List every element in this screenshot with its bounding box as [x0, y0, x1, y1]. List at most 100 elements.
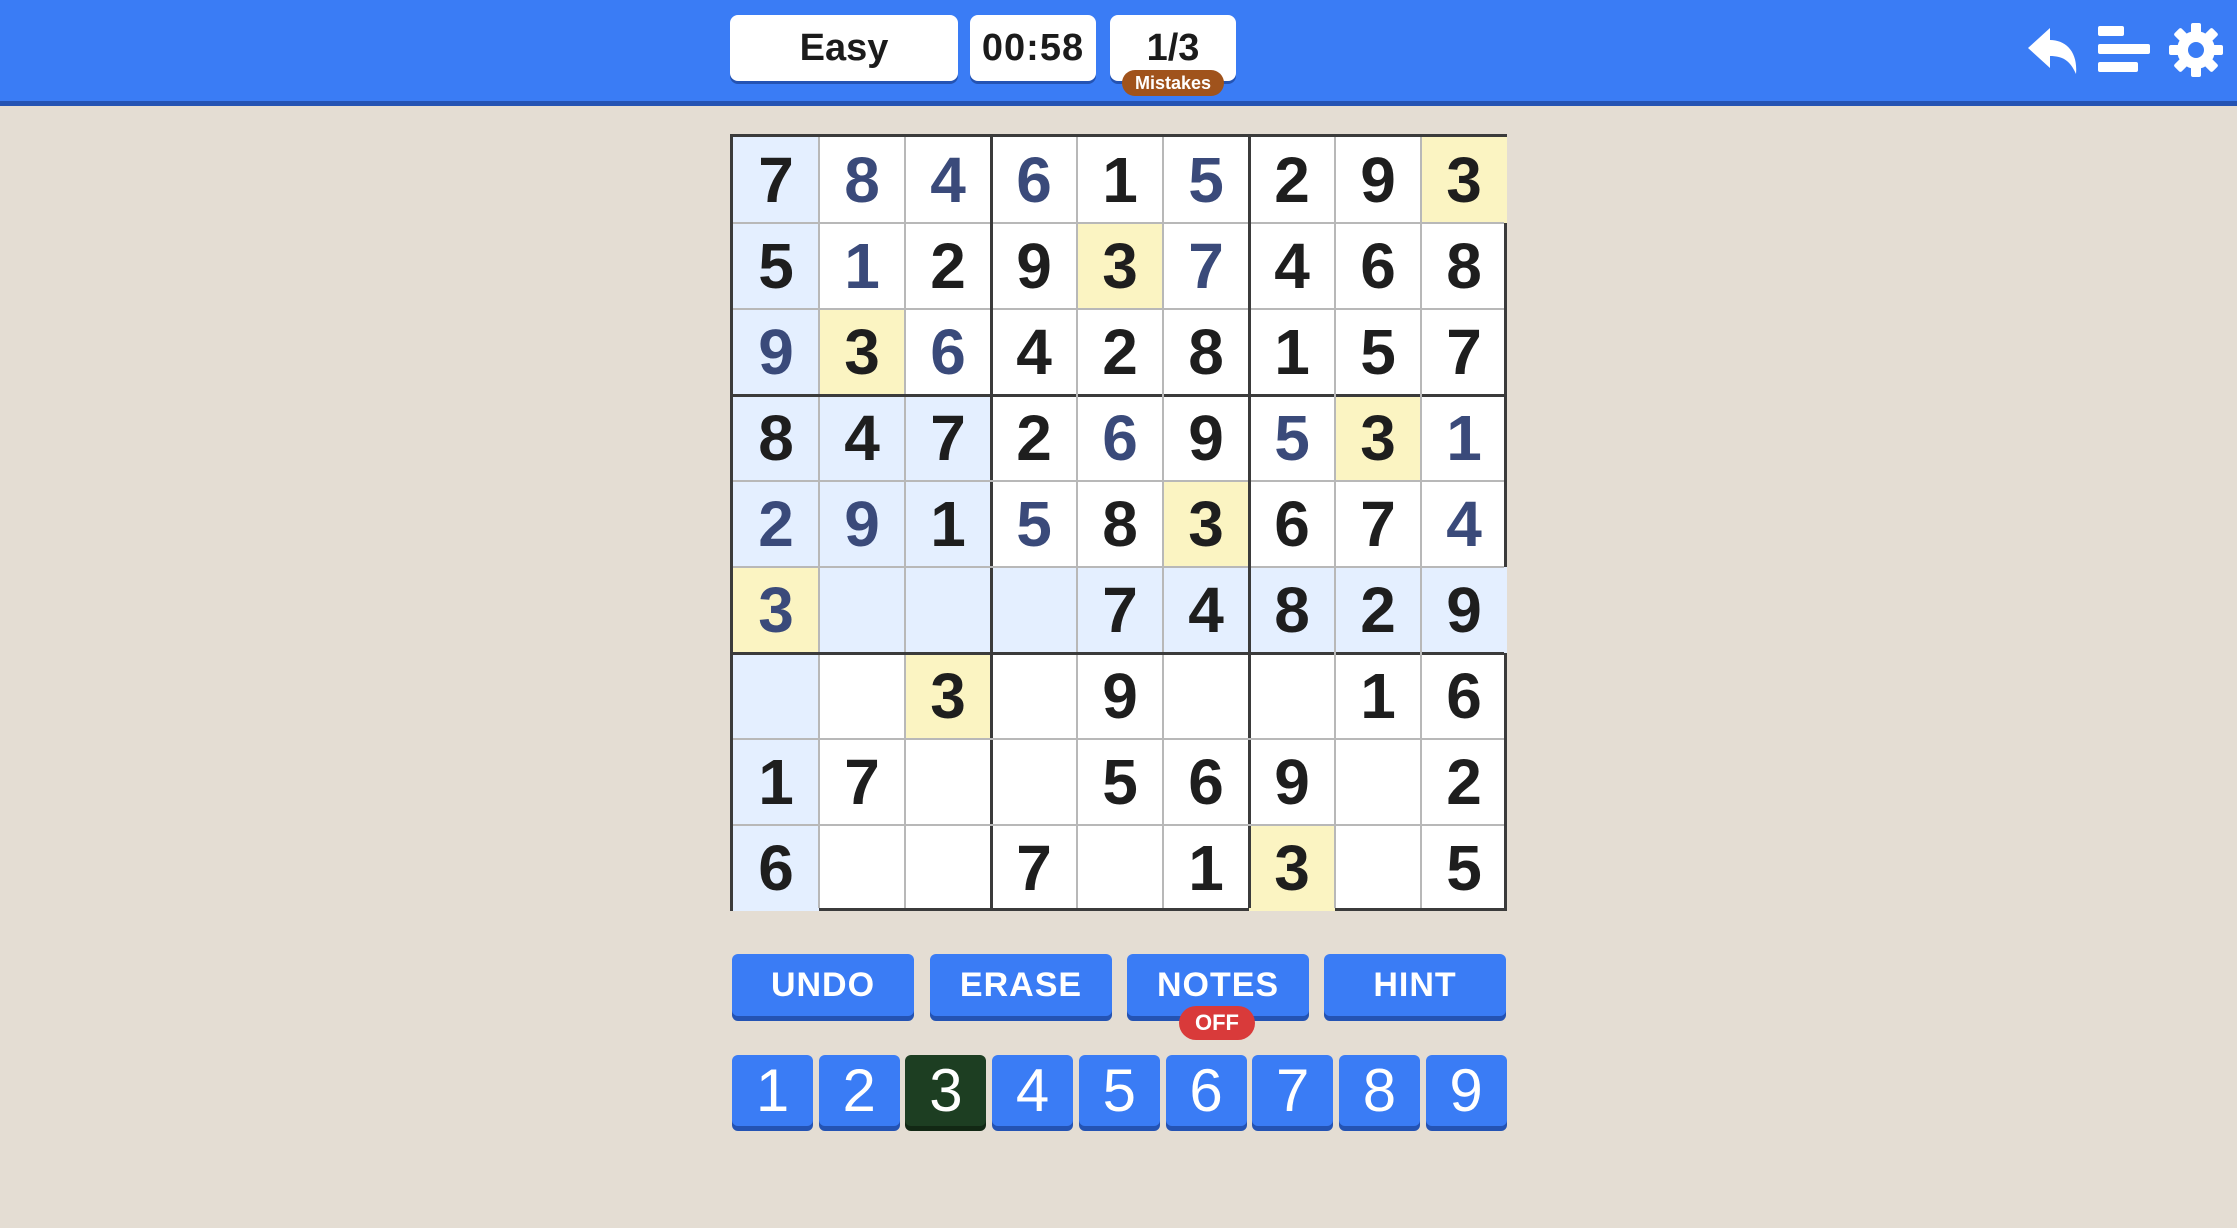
sudoku-cell[interactable]: 6 — [1163, 739, 1249, 825]
sudoku-cell[interactable]: 8 — [1421, 223, 1507, 309]
sudoku-cell[interactable]: 5 — [1077, 739, 1163, 825]
sudoku-cell[interactable]: 1 — [1421, 395, 1507, 481]
sudoku-cell[interactable]: 8 — [733, 395, 819, 481]
sudoku-cell[interactable]: 7 — [991, 825, 1077, 911]
gear-icon[interactable] — [2166, 20, 2226, 80]
stats-icon[interactable] — [2094, 20, 2154, 80]
sudoku-cell[interactable]: 2 — [1421, 739, 1507, 825]
sudoku-cell[interactable]: 3 — [1163, 481, 1249, 567]
number-button-3[interactable]: 3 — [905, 1055, 987, 1126]
grid-line — [1420, 137, 1422, 908]
number-button-7[interactable]: 7 — [1252, 1055, 1334, 1126]
sudoku-cell[interactable]: 1 — [1077, 137, 1163, 223]
sudoku-cell[interactable] — [1335, 739, 1421, 825]
sudoku-cell[interactable]: 4 — [991, 309, 1077, 395]
sudoku-cell[interactable]: 4 — [819, 395, 905, 481]
sudoku-cell[interactable]: 2 — [991, 395, 1077, 481]
sudoku-cell[interactable] — [991, 739, 1077, 825]
sudoku-cell[interactable]: 8 — [1077, 481, 1163, 567]
sudoku-cell[interactable] — [819, 567, 905, 653]
number-button-5[interactable]: 5 — [1078, 1055, 1160, 1126]
sudoku-cell[interactable]: 6 — [1077, 395, 1163, 481]
sudoku-cell[interactable]: 7 — [733, 137, 819, 223]
number-button-4[interactable]: 4 — [992, 1055, 1074, 1126]
sudoku-cell[interactable]: 3 — [733, 567, 819, 653]
erase-button[interactable]: ERASE — [930, 954, 1112, 1016]
sudoku-cell[interactable] — [991, 653, 1077, 739]
sudoku-cell[interactable]: 4 — [905, 137, 991, 223]
sudoku-cell[interactable]: 9 — [1421, 567, 1507, 653]
sudoku-cell[interactable]: 3 — [1077, 223, 1163, 309]
sudoku-cell[interactable]: 9 — [733, 309, 819, 395]
sudoku-cell[interactable]: 2 — [905, 223, 991, 309]
sudoku-cell[interactable] — [819, 653, 905, 739]
sudoku-cell[interactable]: 5 — [1335, 309, 1421, 395]
sudoku-cell[interactable]: 6 — [991, 137, 1077, 223]
sudoku-cell[interactable]: 5 — [733, 223, 819, 309]
sudoku-cell[interactable] — [991, 567, 1077, 653]
sudoku-cell[interactable] — [905, 739, 991, 825]
sudoku-cell[interactable] — [1249, 653, 1335, 739]
sudoku-cell[interactable]: 7 — [1077, 567, 1163, 653]
sudoku-cell[interactable]: 2 — [1249, 137, 1335, 223]
number-button-9[interactable]: 9 — [1425, 1055, 1507, 1126]
sudoku-cell[interactable]: 9 — [991, 223, 1077, 309]
number-button-1[interactable]: 1 — [732, 1055, 813, 1126]
number-button-2[interactable]: 2 — [818, 1055, 900, 1126]
sudoku-cell[interactable]: 2 — [733, 481, 819, 567]
sudoku-cell[interactable]: 2 — [1335, 567, 1421, 653]
sudoku-cell[interactable]: 9 — [1249, 739, 1335, 825]
sudoku-cell[interactable]: 9 — [1335, 137, 1421, 223]
hint-button[interactable]: HINT — [1324, 954, 1506, 1016]
sudoku-cell[interactable]: 7 — [819, 739, 905, 825]
sudoku-cell[interactable]: 4 — [1421, 481, 1507, 567]
sudoku-cell[interactable]: 4 — [1163, 567, 1249, 653]
sudoku-cell[interactable]: 6 — [1249, 481, 1335, 567]
sudoku-cell[interactable]: 3 — [1249, 825, 1335, 911]
sudoku-cell[interactable] — [1163, 653, 1249, 739]
sudoku-cell[interactable] — [905, 567, 991, 653]
difficulty-selector[interactable]: Easy — [730, 15, 958, 81]
sudoku-cell[interactable]: 6 — [905, 309, 991, 395]
sudoku-cell[interactable]: 7 — [1421, 309, 1507, 395]
number-button-8[interactable]: 8 — [1338, 1055, 1420, 1126]
sudoku-cell[interactable]: 9 — [819, 481, 905, 567]
sudoku-cell[interactable]: 4 — [1249, 223, 1335, 309]
back-arrow-icon[interactable] — [2024, 20, 2084, 80]
sudoku-cell[interactable]: 6 — [1335, 223, 1421, 309]
sudoku-cell[interactable]: 1 — [1335, 653, 1421, 739]
sudoku-cell[interactable] — [905, 825, 991, 911]
sudoku-cell[interactable]: 8 — [819, 137, 905, 223]
sudoku-cell[interactable]: 1 — [733, 739, 819, 825]
sudoku-cell[interactable]: 1 — [1249, 309, 1335, 395]
sudoku-cell[interactable] — [1077, 825, 1163, 911]
sudoku-cell[interactable]: 5 — [991, 481, 1077, 567]
sudoku-cell[interactable]: 7 — [1335, 481, 1421, 567]
sudoku-cell[interactable] — [733, 653, 819, 739]
number-button-6[interactable]: 6 — [1165, 1055, 1247, 1126]
sudoku-cell[interactable]: 3 — [819, 309, 905, 395]
sudoku-cell[interactable]: 3 — [905, 653, 991, 739]
sudoku-cell[interactable]: 6 — [1421, 653, 1507, 739]
grid-line — [1334, 137, 1336, 908]
sudoku-cell[interactable]: 1 — [1163, 825, 1249, 911]
sudoku-cell[interactable]: 5 — [1163, 137, 1249, 223]
sudoku-cell[interactable] — [819, 825, 905, 911]
sudoku-cell[interactable]: 1 — [819, 223, 905, 309]
sudoku-cell[interactable]: 9 — [1163, 395, 1249, 481]
sudoku-cell[interactable]: 6 — [733, 825, 819, 911]
top-bar: Easy 00:58 1/3 Mistakes — [0, 0, 2237, 106]
undo-button[interactable]: UNDO — [732, 954, 914, 1016]
sudoku-cell[interactable]: 7 — [1163, 223, 1249, 309]
sudoku-cell[interactable]: 3 — [1421, 137, 1507, 223]
sudoku-cell[interactable] — [1335, 825, 1421, 911]
sudoku-cell[interactable]: 3 — [1335, 395, 1421, 481]
sudoku-cell[interactable]: 7 — [905, 395, 991, 481]
sudoku-cell[interactable]: 9 — [1077, 653, 1163, 739]
sudoku-cell[interactable]: 1 — [905, 481, 991, 567]
sudoku-cell[interactable]: 8 — [1249, 567, 1335, 653]
sudoku-cell[interactable]: 5 — [1421, 825, 1507, 911]
sudoku-cell[interactable]: 5 — [1249, 395, 1335, 481]
sudoku-cell[interactable]: 2 — [1077, 309, 1163, 395]
sudoku-cell[interactable]: 8 — [1163, 309, 1249, 395]
